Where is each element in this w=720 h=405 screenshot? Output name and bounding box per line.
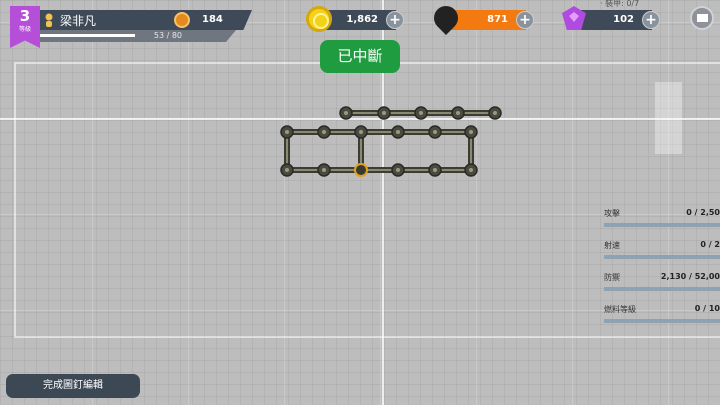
stat-value: 2,130 / 52,00 xyxy=(660,272,720,281)
stat-bar xyxy=(604,255,720,259)
stat-value: 0 / 2,50 xyxy=(686,208,720,217)
rail-node-center xyxy=(322,130,326,134)
rail-node-center xyxy=(396,130,400,134)
level-number: 3 xyxy=(19,7,31,25)
rail-node-center xyxy=(382,111,386,115)
rail-node-center xyxy=(419,111,423,115)
rail-node-center xyxy=(285,168,289,172)
rail-node-center xyxy=(322,168,326,172)
rail-node-center xyxy=(396,168,400,172)
stat-row-fire-rate: 射速 0 / 2 xyxy=(604,240,720,272)
rail-node-center xyxy=(469,130,473,134)
trophy-count: 184 xyxy=(202,14,223,25)
player-name: 梁非凡 xyxy=(60,14,97,28)
selected-rail-node[interactable] xyxy=(354,163,368,177)
rail-node-center xyxy=(344,111,348,115)
stat-bar xyxy=(604,319,720,323)
rail-node-center xyxy=(359,130,363,134)
stat-bar xyxy=(604,223,720,227)
xp-text: 53 / 80 xyxy=(153,31,182,40)
trophy-icon xyxy=(174,12,190,28)
player-bar[interactable]: 梁非凡 184 xyxy=(36,10,252,30)
rail-node-center xyxy=(456,111,460,115)
stat-bar xyxy=(604,287,720,291)
rail-node-center xyxy=(285,130,289,134)
stat-value: 0 / 10 xyxy=(694,304,720,313)
rail-node-center xyxy=(433,130,437,134)
stat-label: 射速 xyxy=(604,241,620,250)
player-avatar-icon xyxy=(45,13,53,27)
stat-label: 攻擊 xyxy=(604,209,620,218)
xp-bar-fill xyxy=(36,34,136,37)
stat-row-attack: 攻擊 0 / 2,50 xyxy=(604,208,720,240)
stat-label: 防禦 xyxy=(604,273,620,282)
level-label: 等級 xyxy=(18,26,31,33)
rail-track-layout xyxy=(280,106,502,177)
stat-label: 燃料等級 xyxy=(604,305,636,314)
rail-node-center xyxy=(493,111,497,115)
gold-coin-icon xyxy=(306,6,332,32)
stat-value: 0 / 2 xyxy=(700,240,720,249)
rail-node-center xyxy=(433,168,437,172)
stat-row-defense: 防禦 2,130 / 52,00 xyxy=(604,272,720,304)
finish-pin-edit-button[interactable]: 完成圖釘編輯 xyxy=(6,374,140,398)
stat-row-fuel-level: 燃料等級 0 / 10 xyxy=(604,304,720,336)
xp-bar: 53 / 80 xyxy=(36,30,236,42)
stats-panel: 攻擊 0 / 2,50 射速 0 / 2 防禦 2,130 / 52,00 燃料… xyxy=(604,208,720,336)
rail-node-center xyxy=(469,168,473,172)
side-panel xyxy=(655,82,682,154)
